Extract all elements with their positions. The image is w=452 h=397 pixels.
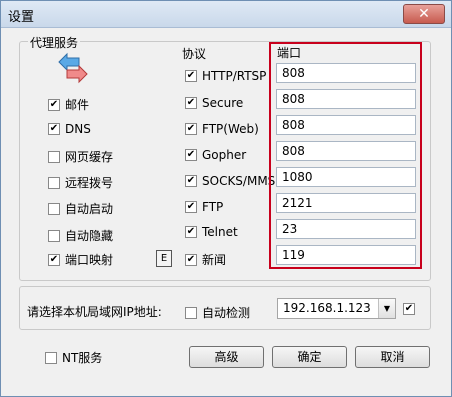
- port-input-socks-mms[interactable]: 1080: [276, 167, 416, 187]
- lan-ip-value: 192.168.1.123: [283, 301, 371, 315]
- checkbox[interactable]: ✔: [48, 253, 60, 266]
- protocol-gopher[interactable]: ✔ Gopher: [185, 148, 246, 162]
- lan-ip-prompt: 请选择本机局域网IP地址:: [27, 305, 162, 319]
- checkbox[interactable]: [48, 202, 60, 215]
- checkbox[interactable]: ✔: [185, 175, 197, 187]
- service-label: 端口映射: [65, 253, 114, 267]
- close-button[interactable]: ✕: [403, 4, 445, 24]
- protocol-label: Gopher: [202, 148, 247, 162]
- protocol-label: FTP(Web): [202, 122, 259, 136]
- protocol-socks-mms[interactable]: ✔ SOCKS/MMS: [185, 174, 275, 188]
- service-label: 自动启动: [65, 202, 114, 216]
- service-port-mapping[interactable]: ✔ 端口映射: [48, 251, 113, 268]
- checkbox[interactable]: ✔: [185, 97, 197, 109]
- service-auto-hide[interactable]: 自动隐藏: [48, 227, 113, 244]
- checkbox[interactable]: ✔: [403, 303, 415, 315]
- checkbox[interactable]: ✔: [185, 226, 197, 238]
- lan-ip-select[interactable]: 192.168.1.123 ▼: [277, 298, 396, 319]
- checkbox[interactable]: ✔: [185, 149, 197, 161]
- title-bar[interactable]: 设置 ✕: [1, 1, 451, 28]
- checkbox[interactable]: [185, 306, 197, 319]
- protocol-telnet[interactable]: ✔ Telnet: [185, 225, 238, 239]
- checkbox[interactable]: [45, 351, 57, 364]
- protocol-label: Secure: [202, 96, 244, 110]
- checkbox[interactable]: ✔: [185, 201, 197, 213]
- checkbox[interactable]: ✔: [185, 253, 197, 266]
- window-title: 设置: [8, 10, 35, 25]
- protocol-ftp-web[interactable]: ✔ FTP(Web): [185, 122, 259, 136]
- cancel-button[interactable]: 取消: [355, 346, 430, 368]
- protocol-label: SOCKS/MMS: [202, 174, 276, 188]
- double-arrow-icon: [58, 52, 88, 84]
- service-web-cache[interactable]: 网页缓存: [48, 148, 113, 165]
- service-label: 网页缓存: [65, 150, 114, 164]
- proxy-group-title: 代理服务: [28, 34, 81, 51]
- chevron-down-icon[interactable]: ▼: [378, 299, 395, 318]
- port-input-gopher[interactable]: 808: [276, 141, 416, 161]
- service-label: 自动隐藏: [65, 229, 114, 243]
- protocol-label: HTTP/RTSP: [202, 69, 267, 83]
- port-input-ftp[interactable]: 2121: [276, 193, 416, 213]
- checkbox[interactable]: ✔: [48, 123, 60, 135]
- port-mapping-edit-button[interactable]: E: [156, 250, 172, 267]
- port-input-telnet[interactable]: 23: [276, 219, 416, 239]
- protocol-label: 新闻: [202, 253, 227, 267]
- protocol-header: 协议: [182, 47, 207, 61]
- checkbox[interactable]: [48, 229, 60, 242]
- service-remote-dial[interactable]: 远程拨号: [48, 174, 113, 191]
- auto-detect-checkbox[interactable]: 自动检测: [185, 304, 250, 321]
- protocol-label: FTP: [202, 200, 224, 214]
- lan-ip-confirm-checkbox[interactable]: ✔: [403, 303, 420, 315]
- port-input-ftp-web[interactable]: 808: [276, 115, 416, 135]
- checkbox[interactable]: [48, 176, 60, 189]
- port-input-secure[interactable]: 808: [276, 89, 416, 109]
- checkbox[interactable]: ✔: [48, 98, 60, 111]
- service-auto-start[interactable]: 自动启动: [48, 200, 113, 217]
- protocol-news[interactable]: ✔ 新闻: [185, 251, 226, 268]
- nt-service-checkbox[interactable]: NT服务: [45, 349, 102, 366]
- checkbox[interactable]: ✔: [185, 123, 197, 135]
- protocol-secure[interactable]: ✔ Secure: [185, 96, 243, 110]
- advanced-button[interactable]: 高级: [189, 346, 264, 368]
- checkbox[interactable]: [48, 150, 60, 163]
- service-label: 邮件: [65, 98, 90, 112]
- nt-service-label: NT服务: [62, 351, 103, 365]
- service-label: 远程拨号: [65, 176, 114, 190]
- service-dns[interactable]: ✔ DNS: [48, 122, 91, 136]
- close-icon: ✕: [418, 6, 430, 22]
- service-mail[interactable]: ✔ 邮件: [48, 96, 89, 113]
- port-input-news[interactable]: 119: [276, 245, 416, 265]
- port-header: 端口: [277, 46, 302, 60]
- port-input-http-rtsp[interactable]: 808: [276, 63, 416, 83]
- checkbox[interactable]: ✔: [185, 70, 197, 82]
- protocol-ftp[interactable]: ✔ FTP: [185, 200, 223, 214]
- ok-button[interactable]: 确定: [272, 346, 347, 368]
- auto-detect-label: 自动检测: [202, 306, 251, 320]
- protocol-http-rtsp[interactable]: ✔ HTTP/RTSP: [185, 69, 266, 83]
- service-label: DNS: [65, 122, 91, 136]
- protocol-label: Telnet: [202, 225, 238, 239]
